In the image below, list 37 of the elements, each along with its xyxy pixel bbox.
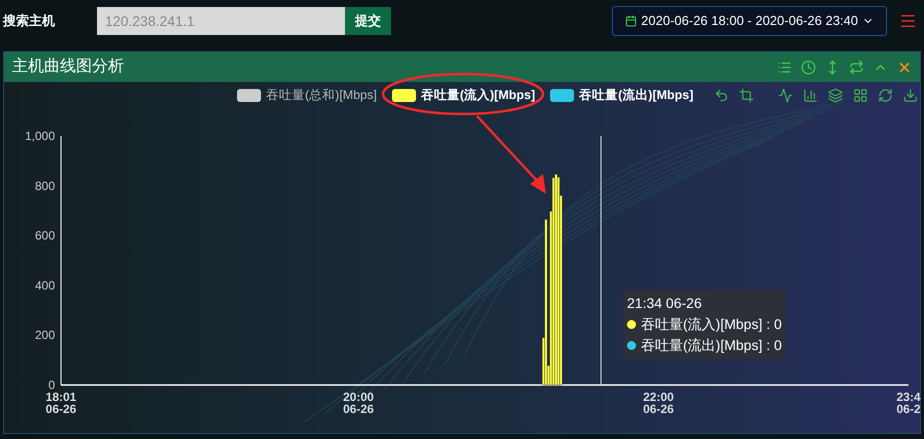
- x-date-label: 06-2: [896, 402, 921, 416]
- line-chart-icon[interactable]: [778, 88, 794, 102]
- x-date-label: 06-26: [343, 402, 374, 416]
- download-icon[interactable]: [903, 88, 918, 102]
- legend-item[interactable]: 吞吐量(流出)[Mbps]: [550, 86, 694, 104]
- search-label: 搜索主机: [3, 12, 56, 30]
- y-tick-label: 200: [34, 328, 55, 342]
- calendar-icon: [625, 15, 638, 27]
- date-range-button[interactable]: 2020-06-26 18:00 - 2020-06-26 23:40: [612, 6, 887, 36]
- legend-item[interactable]: 吞吐量(总和)[Mbps]: [237, 86, 377, 104]
- crop-icon[interactable]: [739, 88, 754, 102]
- list-icon[interactable]: [777, 60, 792, 74]
- grid-icon[interactable]: [853, 88, 868, 102]
- submit-button[interactable]: 提交: [345, 7, 391, 35]
- legend-item[interactable]: 吞吐量(流入)[Mbps]: [392, 86, 536, 104]
- x-tick-label: 23:4: [896, 390, 921, 404]
- y-tick-label: 0: [48, 378, 55, 392]
- undo-icon[interactable]: [714, 88, 730, 102]
- tooltip-value: 吞吐量(流入)[Mbps] : 0: [641, 315, 782, 334]
- x-tick-label: 22:00: [643, 390, 674, 404]
- tooltip-title: 21:34 06-26: [627, 294, 703, 313]
- repeat-icon[interactable]: [849, 60, 864, 74]
- y-tick-label: 400: [34, 278, 55, 292]
- refresh-icon[interactable]: [878, 88, 894, 102]
- panel-title: 主机曲线图分析: [12, 56, 124, 77]
- y-tick-label: 1,000: [24, 129, 55, 143]
- menu-icon[interactable]: [899, 12, 917, 30]
- y-tick-label: 600: [34, 228, 55, 243]
- layers-icon[interactable]: [828, 88, 844, 102]
- x-tick-label: 20:00: [343, 390, 374, 404]
- x-date-label: 06-26: [46, 402, 76, 416]
- x-tick-label: 18:01: [46, 390, 76, 404]
- bar-chart-icon[interactable]: [803, 88, 818, 102]
- y-tick-label: 800: [34, 178, 55, 193]
- tooltip-value: 吞吐量(流出)[Mbps] : 0: [641, 336, 782, 355]
- clock-icon[interactable]: [801, 60, 816, 74]
- x-date-label: 06-26: [643, 402, 674, 416]
